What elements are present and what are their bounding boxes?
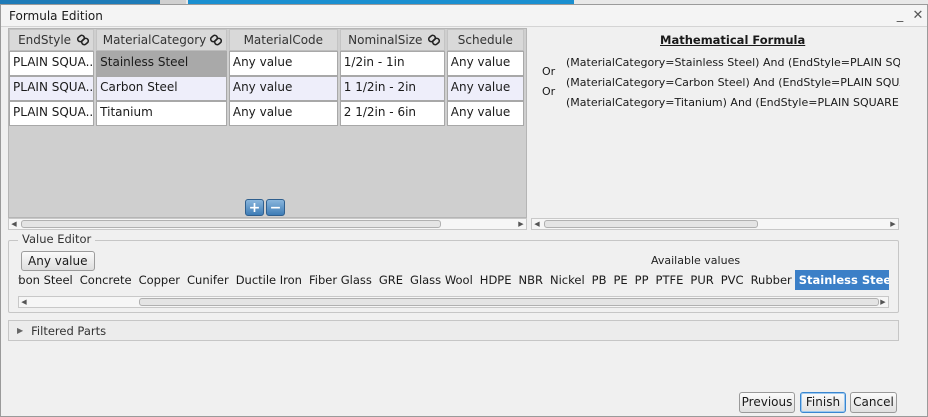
scroll-right-arrow-icon[interactable]: ▶ xyxy=(878,297,888,307)
table-row[interactable]: PLAIN SQUA... Titanium Any value 2 1/2in - … xyxy=(9,101,526,126)
column-header[interactable]: NominalSize xyxy=(339,29,445,51)
available-value[interactable]: HDPE xyxy=(476,270,515,290)
previous-button[interactable]: Previous xyxy=(739,392,795,413)
grid-horizontal-scrollbar[interactable]: ◀ ▶ xyxy=(8,218,527,230)
finish-button[interactable]: Finish xyxy=(800,392,846,413)
formula-line: (MaterialCategory=Titanium) And (EndStyl… xyxy=(566,96,900,109)
available-values-label: Available values xyxy=(651,254,741,267)
available-value[interactable]: NBR xyxy=(515,270,546,290)
link-icon[interactable] xyxy=(209,33,223,47)
grid-header: EndStyle MaterialCategory MaterialCode Nomi… xyxy=(9,29,526,51)
link-icon[interactable] xyxy=(427,33,441,47)
or-connector: Or xyxy=(542,85,556,98)
filtered-parts-expander[interactable]: ▶ Filtered Parts xyxy=(8,320,899,341)
table-cell[interactable]: Carbon Steel xyxy=(96,76,227,101)
table-cell[interactable]: Any value xyxy=(228,76,338,101)
scrollbar-thumb[interactable] xyxy=(21,220,441,228)
filtered-parts-label: Filtered Parts xyxy=(31,323,107,338)
available-value[interactable]: Fiber Glass xyxy=(305,270,375,290)
table-cell[interactable]: PLAIN SQUA... xyxy=(9,51,95,76)
table-cell[interactable]: Any value xyxy=(446,76,525,101)
close-button[interactable]: ✕ xyxy=(909,8,927,23)
table-row[interactable]: PLAIN SQUA... Stainless Steel Any value 1/2… xyxy=(9,51,526,76)
available-value[interactable]: PVC xyxy=(717,270,747,290)
scrollbar-thumb[interactable] xyxy=(139,298,879,306)
column-header[interactable]: MaterialCategory xyxy=(96,29,227,51)
column-header[interactable]: Schedule xyxy=(446,29,524,51)
table-cell[interactable]: 2 1/2in - 6in xyxy=(339,101,445,126)
table-cell[interactable]: Any value xyxy=(446,101,525,126)
dialog-title: Formula Edition xyxy=(9,8,103,23)
available-value[interactable]: Cunifer xyxy=(184,270,233,290)
add-remove-controls: + − xyxy=(245,199,285,216)
scroll-right-arrow-icon[interactable]: ▶ xyxy=(516,219,526,229)
scroll-right-arrow-icon[interactable]: ▶ xyxy=(888,219,898,229)
available-values-list: Carbon SteelConcreteCopperCuniferDuctile… xyxy=(18,270,889,290)
table-cell[interactable]: Any value xyxy=(446,51,525,76)
formula-horizontal-scrollbar[interactable]: ◀ ▶ xyxy=(531,218,899,230)
scroll-left-arrow-icon[interactable]: ◀ xyxy=(532,219,542,229)
scrollbar-thumb[interactable] xyxy=(544,220,758,228)
available-value[interactable]: GRE xyxy=(375,270,406,290)
link-icon[interactable] xyxy=(76,33,90,47)
column-header-label: MaterialCategory xyxy=(102,33,207,47)
table-cell[interactable]: Any value xyxy=(228,101,338,126)
criteria-grid: EndStyle MaterialCategory MaterialCode Nomi… xyxy=(8,28,527,218)
table-row[interactable]: PLAIN SQUA... Carbon Steel Any value 1 1/2i… xyxy=(9,76,526,101)
table-cell[interactable]: PLAIN SQUA... xyxy=(9,101,95,126)
available-value[interactable]: PB xyxy=(588,270,610,290)
column-header-label: NominalSize xyxy=(348,33,423,47)
available-value[interactable]: Concrete xyxy=(76,270,135,290)
table-cell[interactable]: 1/2in - 1in xyxy=(339,51,445,76)
table-cell[interactable]: Titanium xyxy=(96,101,227,126)
scroll-left-arrow-icon[interactable]: ◀ xyxy=(9,219,19,229)
available-value[interactable]: Glass Wool xyxy=(407,270,477,290)
available-value[interactable]: PP xyxy=(631,270,652,290)
available-value[interactable]: Ductile Iron xyxy=(232,270,305,290)
any-value-button[interactable]: Any value xyxy=(21,251,95,271)
available-value[interactable]: PE xyxy=(610,270,631,290)
values-horizontal-scrollbar[interactable]: ◀ ▶ xyxy=(18,296,889,308)
column-header-label: MaterialCode xyxy=(243,33,324,47)
available-value[interactable]: PUR xyxy=(687,270,717,290)
available-value[interactable]: PTFE xyxy=(652,270,687,290)
table-cell[interactable]: Any value xyxy=(228,51,338,76)
add-row-button[interactable]: + xyxy=(245,199,264,216)
available-value[interactable]: Stainless Steel xyxy=(795,270,889,290)
table-cell[interactable]: PLAIN SQUA... xyxy=(9,76,95,101)
title-bar: Formula Edition _ ✕ xyxy=(1,5,927,27)
minimize-button[interactable]: _ xyxy=(891,8,909,23)
grid-body: PLAIN SQUA... Stainless Steel Any value 1/2… xyxy=(9,51,526,126)
column-header-label: EndStyle xyxy=(18,33,72,47)
available-value[interactable]: Nickel xyxy=(547,270,589,290)
table-cell[interactable]: Stainless Steel xyxy=(96,51,227,76)
table-cell[interactable]: 1 1/2in - 2in xyxy=(339,76,445,101)
scroll-left-arrow-icon[interactable]: ◀ xyxy=(19,297,29,307)
formula-line: (MaterialCategory=Carbon Steel) And (End… xyxy=(566,76,900,89)
column-header[interactable]: EndStyle xyxy=(9,29,95,51)
available-value[interactable]: Carbon Steel xyxy=(18,270,76,290)
cancel-button[interactable]: Cancel xyxy=(850,392,897,413)
remove-row-button[interactable]: − xyxy=(266,199,285,216)
column-header[interactable]: MaterialCode xyxy=(228,29,338,51)
available-value[interactable]: Rubber xyxy=(747,270,795,290)
chevron-right-icon: ▶ xyxy=(17,326,24,335)
or-connector: Or xyxy=(542,65,556,78)
formula-line: (MaterialCategory=Stainless Steel) And (… xyxy=(566,56,900,69)
formula-title: Mathematical Formula xyxy=(660,33,806,47)
formula-expression: (MaterialCategory=Stainless Steel) And (… xyxy=(566,53,900,113)
available-value[interactable]: Copper xyxy=(135,270,183,290)
value-editor-label: Value Editor xyxy=(18,232,96,246)
column-header-label: Schedule xyxy=(457,33,513,47)
